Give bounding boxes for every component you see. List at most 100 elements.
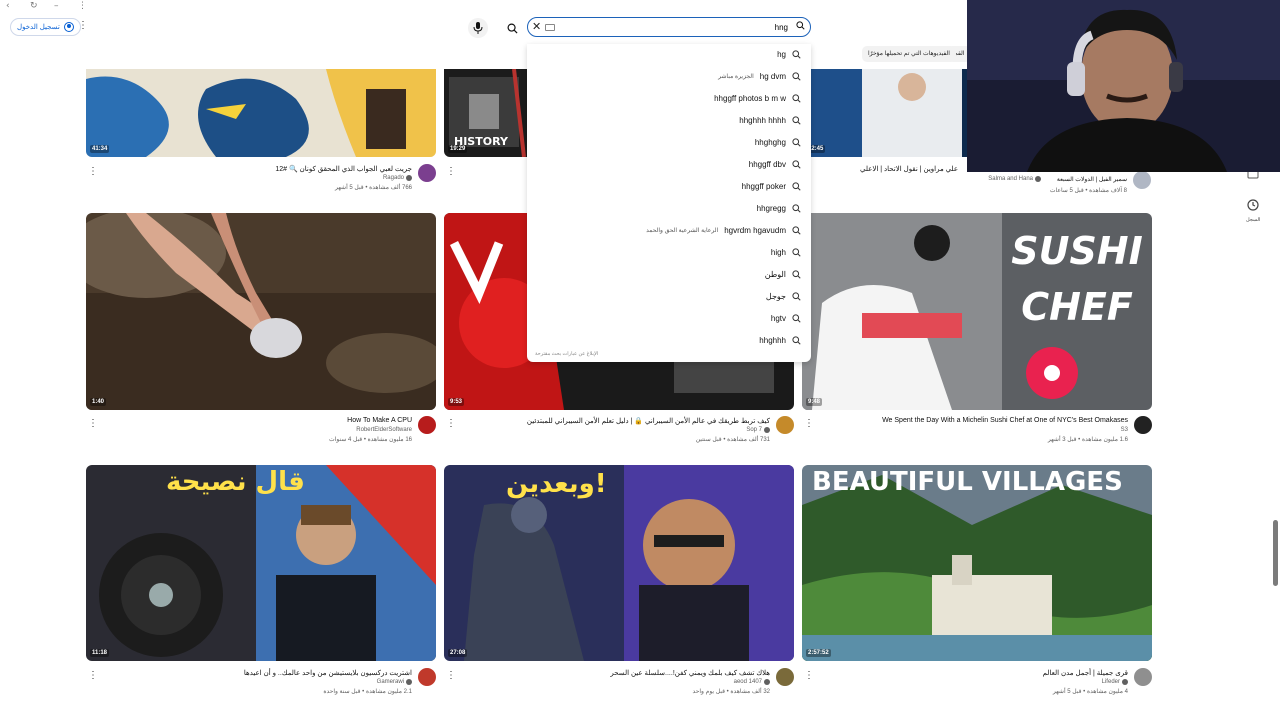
channel-avatar[interactable] xyxy=(776,668,794,686)
search-icon xyxy=(792,181,801,191)
back-icon[interactable]: ‹ xyxy=(6,1,10,11)
video-thumbnail[interactable]: وبعدين! 27:08 xyxy=(444,465,794,661)
sign-in-label: تسجيل الدخول xyxy=(17,24,60,31)
channel-name[interactable]: Lifeder xyxy=(1102,679,1128,685)
suggestion-item[interactable]: hgtv xyxy=(765,311,801,325)
suggestion-item[interactable]: جوجل xyxy=(760,289,801,303)
report-suggestions-link[interactable]: الإبلاغ عن عبارات بحث مقترحة xyxy=(535,351,598,357)
channel-name[interactable]: S3 xyxy=(1121,427,1128,433)
channel-avatar[interactable] xyxy=(1134,416,1152,434)
video-title[interactable]: علي مراوين | نقول الاتحاد | الاعلي xyxy=(860,165,958,173)
video-title[interactable]: هلاك تشف كيف بلمك ويمني كفن!....سلسلة عي… xyxy=(610,669,770,677)
video-title[interactable]: قرى جميلة | أجمل مدن العالم xyxy=(1043,669,1128,677)
refresh-icon[interactable]: ↻ xyxy=(30,1,38,11)
suggestion-text: high xyxy=(770,247,786,257)
video-thumbnail[interactable]: SUSHI CHEF 9:48 xyxy=(802,213,1152,410)
thumbnail-caption: وبعدين! xyxy=(506,469,607,499)
search-icon xyxy=(792,247,801,257)
suggestion-item[interactable]: hhghhh xyxy=(753,333,801,347)
webcam-feed xyxy=(967,0,1280,172)
search-icon xyxy=(792,291,801,301)
channel-name[interactable]: RobertElderSoftware xyxy=(356,427,412,433)
suggestion-item[interactable]: الوطن xyxy=(759,267,801,281)
search-bar: ✕ xyxy=(527,17,811,37)
suggestion-text: الوطن xyxy=(764,269,786,279)
thumbnail-caption: قال نصيحة xyxy=(166,467,305,497)
video-title[interactable]: كيف تربط طريقك في عالم الأمن السيبراني 🔒… xyxy=(527,417,770,425)
video-menu-icon[interactable]: ⋮ xyxy=(804,418,814,429)
history-label: السجل xyxy=(1246,217,1261,223)
suggestion-item[interactable]: hhghghg xyxy=(749,135,801,149)
video-thumbnail[interactable]: BEAUTIFUL VILLAGES 2:57:52 xyxy=(802,465,1152,661)
search-icon xyxy=(792,115,801,125)
verified-icon xyxy=(1035,176,1041,182)
channel-name[interactable]: Gamerawi xyxy=(377,679,412,685)
search-icon xyxy=(796,21,805,30)
channel-avatar[interactable] xyxy=(776,416,794,434)
suggestion-extra: الجزيرة مباشر xyxy=(718,73,754,80)
chip-recent-uploads[interactable]: الفيديوهات التي تم تحميلها مؤخرًا xyxy=(862,46,956,62)
channel-name[interactable]: Salma and Hana xyxy=(988,176,1041,182)
video-title[interactable]: اشتريت دركسيون بلايستيشن من واحد عالمك..… xyxy=(244,669,412,677)
suggestion-item[interactable]: الجزيرة مباشر hg dvm xyxy=(718,69,801,83)
suggestion-text: hg dvm xyxy=(759,71,786,81)
video-menu-icon[interactable]: ⋮ xyxy=(446,166,456,177)
suggestion-item[interactable]: hhghhh hhhh xyxy=(733,113,801,127)
video-menu-icon[interactable]: ⋮ xyxy=(446,418,456,429)
voice-search-button[interactable] xyxy=(468,18,488,38)
thumbnail-art xyxy=(444,465,794,661)
suggestion-item[interactable]: hhgregg xyxy=(751,201,801,215)
channel-name[interactable]: aeod 1407 xyxy=(734,679,770,685)
suggestion-item[interactable]: hhggff dbv xyxy=(743,157,801,171)
history-item[interactable]: السجل xyxy=(1246,198,1260,223)
video-thumbnail[interactable]: 1:40 xyxy=(86,213,436,410)
thumbnail-caption: SUSHI CHEF xyxy=(1011,229,1143,329)
channel-avatar[interactable] xyxy=(418,416,436,434)
suggestion-item[interactable]: high xyxy=(765,245,801,259)
minimize-icon[interactable]: – xyxy=(54,1,59,11)
video-title[interactable]: How To Make A CPU xyxy=(347,417,412,424)
suggestion-item[interactable]: hg xyxy=(771,47,801,61)
video-menu-icon[interactable]: ⋮ xyxy=(88,670,98,681)
suggestion-text: hhggff dbv xyxy=(748,159,786,169)
video-info: ⋮ كيف تربط طريقك في عالم الأمن السيبراني… xyxy=(444,416,794,452)
channel-avatar[interactable] xyxy=(418,164,436,182)
keyboard-icon[interactable] xyxy=(545,24,555,31)
duration-badge: 2:57:52 xyxy=(806,649,831,657)
channel-name[interactable]: Sop 7 xyxy=(746,427,770,433)
sign-in-button[interactable]: تسجيل الدخول xyxy=(10,18,81,36)
thumbnail-caption: BEAUTIFUL VILLAGES xyxy=(812,467,1123,497)
video-title[interactable]: جريت لعبي الجواب الذي المحقق كونان 🔍 #12 xyxy=(275,165,412,173)
suggestion-item[interactable]: hhggff poker xyxy=(736,179,801,193)
channel-avatar[interactable] xyxy=(1134,668,1152,686)
video-info: ⋮ اشتريت دركسيون بلايستيشن من واحد عالمك… xyxy=(86,668,436,704)
video-stats: 8 آلاف مشاهدة • قبل 5 ساعات xyxy=(1049,188,1127,194)
suggestion-item[interactable]: hhggff photos b m w xyxy=(708,91,801,105)
video-stats: 1.6 مليون مشاهدة • قبل 3 أشهر xyxy=(1047,437,1128,443)
video-title[interactable]: سمير الفيل | الدولات السبعة xyxy=(1057,176,1127,183)
channel-name[interactable]: Ragado xyxy=(383,175,412,181)
channel-name-text: RobertElderSoftware xyxy=(356,427,412,433)
search-input[interactable] xyxy=(588,20,788,35)
video-menu-icon[interactable]: ⋮ xyxy=(804,670,814,681)
video-thumbnail[interactable]: قال نصيحة 11:18 xyxy=(86,465,436,661)
video-menu-icon[interactable]: ⋮ xyxy=(88,418,98,429)
clear-search-icon[interactable]: ✕ xyxy=(532,20,541,33)
video-title[interactable]: We Spent the Day With a Michelin Sushi C… xyxy=(882,417,1128,424)
search-button[interactable] xyxy=(502,18,522,38)
video-info: ⋮ We Spent the Day With a Michelin Sushi… xyxy=(802,416,1152,452)
settings-menu-icon[interactable]: ⋮ xyxy=(78,20,88,31)
suggestion-text: hhggff photos b m w xyxy=(714,93,786,103)
video-menu-icon[interactable]: ⋮ xyxy=(88,166,98,177)
search-icon xyxy=(507,23,518,34)
channel-avatar[interactable] xyxy=(1133,171,1151,189)
video-thumbnail[interactable]: 41:34 xyxy=(86,69,436,157)
verified-icon xyxy=(406,175,412,181)
suggestion-item[interactable]: الرعاية الشرعية الحق والحمد hgvrdm hgavud… xyxy=(646,223,801,237)
channel-name-text: Salma and Hana xyxy=(988,176,1033,182)
menu-icon[interactable]: ⋮ xyxy=(78,1,87,11)
video-menu-icon[interactable]: ⋮ xyxy=(446,670,456,681)
suggestion-text: hhghhh hhhh xyxy=(739,115,786,125)
page-scrollbar[interactable] xyxy=(1273,520,1278,586)
channel-avatar[interactable] xyxy=(418,668,436,686)
